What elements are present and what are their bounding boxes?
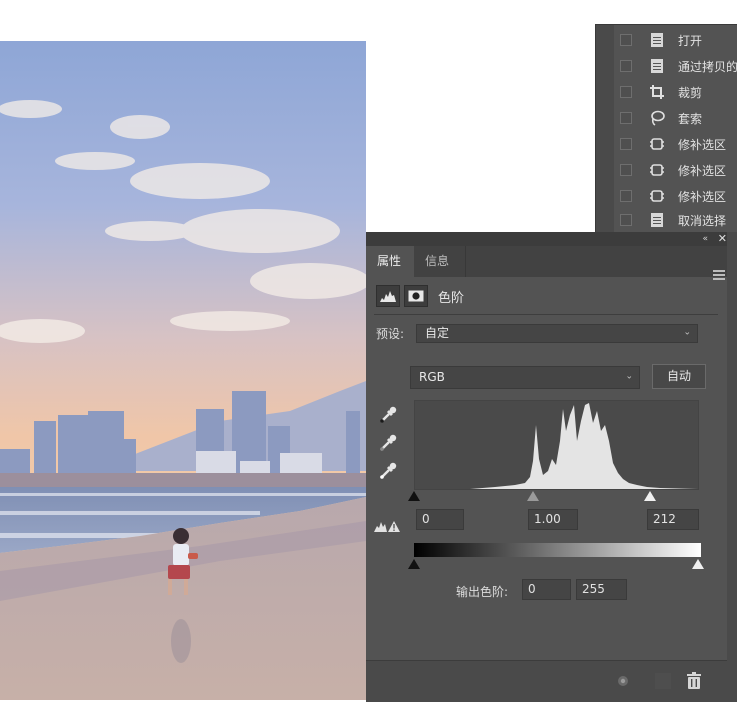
channel-dropdown[interactable]: RGB ⌄	[410, 366, 640, 389]
history-snapshot-checkbox[interactable]	[620, 60, 632, 72]
channel-value: RGB	[419, 370, 445, 384]
history-item-label: 修补选区	[678, 137, 727, 152]
panel-menu-icon[interactable]	[713, 270, 725, 280]
beach-photo	[0, 41, 366, 700]
history-item[interactable]: 修补选区	[596, 157, 737, 183]
history-snapshot-checkbox[interactable]	[620, 190, 632, 202]
output-black-handle[interactable]	[408, 559, 420, 569]
clipping-warning-icon[interactable]	[374, 518, 402, 532]
document-icon	[648, 31, 666, 49]
history-item[interactable]: 套索	[596, 105, 737, 131]
lasso-icon	[648, 109, 666, 127]
auto-button[interactable]: 自动	[652, 364, 706, 389]
properties-panel: « ✕ 属性 信息 色阶 预设: 自定 ⌄ RGB ⌄ 自动 0 1.00 21…	[366, 232, 737, 702]
crop-icon	[648, 83, 666, 101]
output-levels-slider[interactable]	[408, 559, 704, 569]
gray-point-eyedropper-icon[interactable]	[378, 433, 398, 453]
input-gamma-handle[interactable]	[527, 491, 539, 501]
history-item[interactable]: 修补选区	[596, 183, 737, 209]
preset-dropdown[interactable]: 自定 ⌄	[416, 324, 698, 343]
chevron-down-icon: ⌄	[683, 327, 691, 338]
preset-value: 自定	[425, 326, 450, 340]
history-item[interactable]: 裁剪	[596, 79, 737, 105]
output-gradient-bar	[414, 543, 701, 557]
panel-footer	[366, 660, 737, 702]
output-black-field[interactable]: 0	[522, 579, 571, 600]
patch-icon	[648, 135, 666, 153]
input-gamma-field[interactable]: 1.00	[528, 509, 578, 530]
history-item-label: 通过拷贝的	[678, 59, 737, 74]
close-panel-icon[interactable]: ✕	[718, 232, 727, 246]
input-levels-slider[interactable]	[408, 491, 701, 501]
output-white-field[interactable]: 255	[576, 579, 627, 600]
document-canvas[interactable]	[0, 41, 366, 700]
adjustment-title: 色阶	[438, 290, 465, 306]
levels-adjustment-icon[interactable]	[376, 285, 400, 307]
reset-icon[interactable]	[653, 671, 673, 691]
patch-icon	[648, 187, 666, 205]
document-icon	[648, 211, 666, 229]
collapse-panel-icon[interactable]: «	[702, 232, 707, 246]
photoshop-workspace: 打开 通过拷贝的 裁剪 套索 修补选区 修补选区 修补选区 取消选择 « ✕ 属…	[0, 0, 737, 702]
panel-dock-edge	[727, 232, 737, 702]
white-point-eyedropper-icon[interactable]	[378, 461, 398, 481]
history-snapshot-checkbox[interactable]	[620, 214, 632, 226]
adjustment-header: 色阶	[376, 284, 464, 308]
black-point-eyedropper-icon[interactable]	[378, 405, 398, 425]
divider	[374, 314, 718, 315]
document-icon	[648, 57, 666, 75]
history-item-label: 修补选区	[678, 189, 727, 204]
history-snapshot-checkbox[interactable]	[620, 86, 632, 98]
history-item[interactable]: 通过拷贝的	[596, 53, 737, 79]
panel-tabbar: 属性 信息	[366, 246, 737, 280]
history-snapshot-checkbox[interactable]	[620, 34, 632, 46]
layer-mask-icon[interactable]	[404, 285, 428, 307]
tab-properties[interactable]: 属性	[366, 246, 414, 277]
trash-icon[interactable]	[684, 671, 704, 691]
history-panel: 打开 通过拷贝的 裁剪 套索 修补选区 修补选区 修补选区 取消选择	[595, 24, 737, 232]
input-black-field[interactable]: 0	[416, 509, 464, 530]
input-white-field[interactable]: 212	[647, 509, 699, 530]
history-item-label: 打开	[678, 33, 703, 48]
input-white-handle[interactable]	[644, 491, 656, 501]
history-snapshot-checkbox[interactable]	[620, 164, 632, 176]
patch-icon	[648, 161, 666, 179]
output-white-handle[interactable]	[692, 559, 704, 569]
history-snapshot-checkbox[interactable]	[620, 112, 632, 124]
chevron-down-icon: ⌄	[625, 370, 633, 381]
history-item-label: 裁剪	[678, 85, 703, 100]
panel-title-strip: « ✕	[366, 232, 737, 246]
output-levels-label: 输出色阶:	[456, 585, 509, 599]
toggle-visibility-icon[interactable]	[613, 671, 633, 691]
input-black-handle[interactable]	[408, 491, 420, 501]
preset-label: 预设:	[376, 327, 405, 341]
history-item-label: 取消选择	[678, 213, 727, 228]
history-item[interactable]: 修补选区	[596, 131, 737, 157]
history-item-label: 套索	[678, 111, 703, 126]
history-item-label: 修补选区	[678, 163, 727, 178]
history-item[interactable]: 打开	[596, 27, 737, 53]
history-item[interactable]: 取消选择	[596, 207, 737, 233]
tab-info[interactable]: 信息	[414, 246, 466, 277]
history-snapshot-checkbox[interactable]	[620, 138, 632, 150]
levels-histogram	[414, 400, 699, 490]
